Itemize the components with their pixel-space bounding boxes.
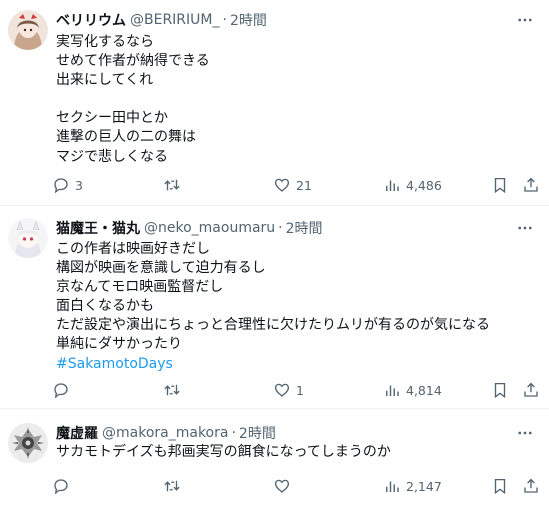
- timestamp[interactable]: 2時間: [239, 423, 276, 443]
- view-count: 2,147: [406, 478, 442, 494]
- author-handle[interactable]: @makora_makora: [102, 425, 228, 441]
- bookmark-icon: [494, 177, 506, 194]
- author-name[interactable]: 猫魔王・猫丸: [56, 218, 140, 238]
- tweet-actions: 1 4,814: [0, 380, 549, 400]
- tweet-text-line: 実写化するなら: [56, 34, 154, 50]
- tweet-text-line: この作者は映画好きだし: [56, 241, 210, 257]
- reply-button[interactable]: [52, 476, 75, 496]
- separator-dot: ·: [278, 220, 283, 236]
- tweet[interactable]: 魔虚羅 @makora_makora · 2時間 サカモトデイズも邦画実写の餌食…: [0, 409, 549, 511]
- share-upload-icon: [524, 382, 538, 397]
- tweet-header: ベリリウム @BERIRIUM_ · 2時間: [56, 10, 267, 30]
- tweet-text-line: ただ設定や演出にちょっと合理性に欠けたりムリが有るのが気になる: [56, 317, 490, 334]
- views-button[interactable]: 2,147: [383, 476, 442, 496]
- author-name[interactable]: ベリリウム: [56, 10, 126, 30]
- tweet-text-line: 出来にしてくれ: [56, 72, 154, 89]
- retweet-arrows-icon: [164, 384, 180, 396]
- more-horizontal-icon: [518, 431, 532, 435]
- more-options-button[interactable]: [515, 10, 535, 30]
- like-button[interactable]: 21: [273, 175, 312, 195]
- tweet-text-line: 単純にダサかったり: [56, 336, 182, 353]
- reply-bubble-icon: [54, 383, 68, 399]
- more-options-button[interactable]: [515, 423, 535, 443]
- avatar[interactable]: [8, 423, 48, 463]
- tweet-text: 実写化するなら せめて作者が納得できる 出来にしてくれ セクシー田中とか 進撃の…: [56, 33, 210, 167]
- views-button[interactable]: 4,814: [383, 380, 442, 400]
- heart-icon: [274, 479, 290, 493]
- tweet-text-line: 面白くなるかも: [56, 298, 154, 315]
- reply-bubble-icon: [54, 479, 68, 495]
- tweet-text-line: マジで悲しくなる: [56, 148, 168, 165]
- like-count: 21: [296, 177, 312, 193]
- timestamp[interactable]: 2時間: [230, 10, 267, 30]
- avatar[interactable]: [8, 10, 48, 50]
- hashtag-link[interactable]: #SakamotoDays: [56, 355, 490, 374]
- retweet-arrows-icon: [164, 480, 180, 492]
- like-button[interactable]: 1: [273, 380, 304, 400]
- heart-icon: [274, 383, 290, 397]
- like-button[interactable]: [273, 476, 296, 496]
- retweet-button[interactable]: [163, 380, 186, 400]
- retweet-arrows-icon: [164, 179, 180, 191]
- tweet-text-line: 京なんてモロ映画監督だし: [56, 279, 224, 296]
- tweet[interactable]: 猫魔王・猫丸 @neko_maoumaru · 2時間 この作者は映画好きだし …: [0, 206, 549, 409]
- share-button[interactable]: [522, 380, 540, 400]
- separator-dot: ·: [222, 12, 227, 28]
- views-bar-chart-icon: [386, 385, 399, 396]
- reply-button[interactable]: 3: [52, 175, 83, 195]
- bookmark-button[interactable]: [491, 476, 509, 496]
- bookmark-icon: [494, 478, 506, 495]
- views-bar-chart-icon: [386, 481, 399, 492]
- tweet[interactable]: ベリリウム @BERIRIUM_ · 2時間 実写化するなら せめて作者が納得で…: [0, 0, 549, 206]
- share-button[interactable]: [522, 175, 540, 195]
- tweet-actions: 3 21 4,486: [0, 175, 549, 195]
- retweet-button[interactable]: [163, 175, 186, 195]
- more-horizontal-icon: [518, 18, 532, 22]
- author-handle[interactable]: @neko_maoumaru: [144, 220, 275, 236]
- tweet-header: 魔虚羅 @makora_makora · 2時間: [56, 423, 276, 443]
- tweet-header: 猫魔王・猫丸 @neko_maoumaru · 2時間: [56, 218, 323, 238]
- more-options-button[interactable]: [515, 218, 535, 238]
- share-upload-icon: [524, 177, 538, 192]
- reply-bubble-icon: [54, 178, 68, 194]
- tweet-text-line: 進撃の巨人の二の舞は: [56, 129, 196, 146]
- bookmark-button[interactable]: [491, 380, 509, 400]
- share-button[interactable]: [522, 476, 540, 496]
- avatar[interactable]: [8, 218, 48, 258]
- more-horizontal-icon: [518, 226, 532, 230]
- like-count: 1: [296, 382, 304, 398]
- bookmark-button[interactable]: [491, 175, 509, 195]
- view-count: 4,814: [406, 382, 442, 398]
- share-upload-icon: [524, 478, 538, 493]
- author-handle[interactable]: @BERIRIUM_: [130, 12, 220, 28]
- reply-count: 3: [75, 177, 83, 193]
- tweet-actions: 2,147: [0, 476, 549, 496]
- separator-dot: ·: [231, 425, 236, 441]
- timestamp[interactable]: 2時間: [286, 218, 323, 238]
- tweet-text-line: サカモトデイズも邦画実写の餌食になってしまうのか: [56, 444, 391, 460]
- view-count: 4,486: [406, 177, 442, 193]
- views-button[interactable]: 4,486: [383, 175, 442, 195]
- tweet-text-line: セクシー田中とか: [56, 110, 168, 127]
- heart-icon: [274, 178, 290, 192]
- tweet-text: サカモトデイズも邦画実写の餌食になってしまうのか: [56, 443, 391, 462]
- tweet-text-line: [56, 90, 210, 109]
- bookmark-icon: [494, 382, 506, 399]
- tweet-text-line: せめて作者が納得できる: [56, 53, 210, 70]
- views-bar-chart-icon: [386, 180, 399, 191]
- tweet-text: この作者は映画好きだし 構図が映画を意識して迫力有るし 京なんてモロ映画監督だし…: [56, 240, 490, 374]
- tweet-text-line: 構図が映画を意識して迫力有るし: [56, 260, 266, 277]
- author-name[interactable]: 魔虚羅: [56, 423, 98, 443]
- reply-button[interactable]: [52, 380, 75, 400]
- retweet-button[interactable]: [163, 476, 186, 496]
